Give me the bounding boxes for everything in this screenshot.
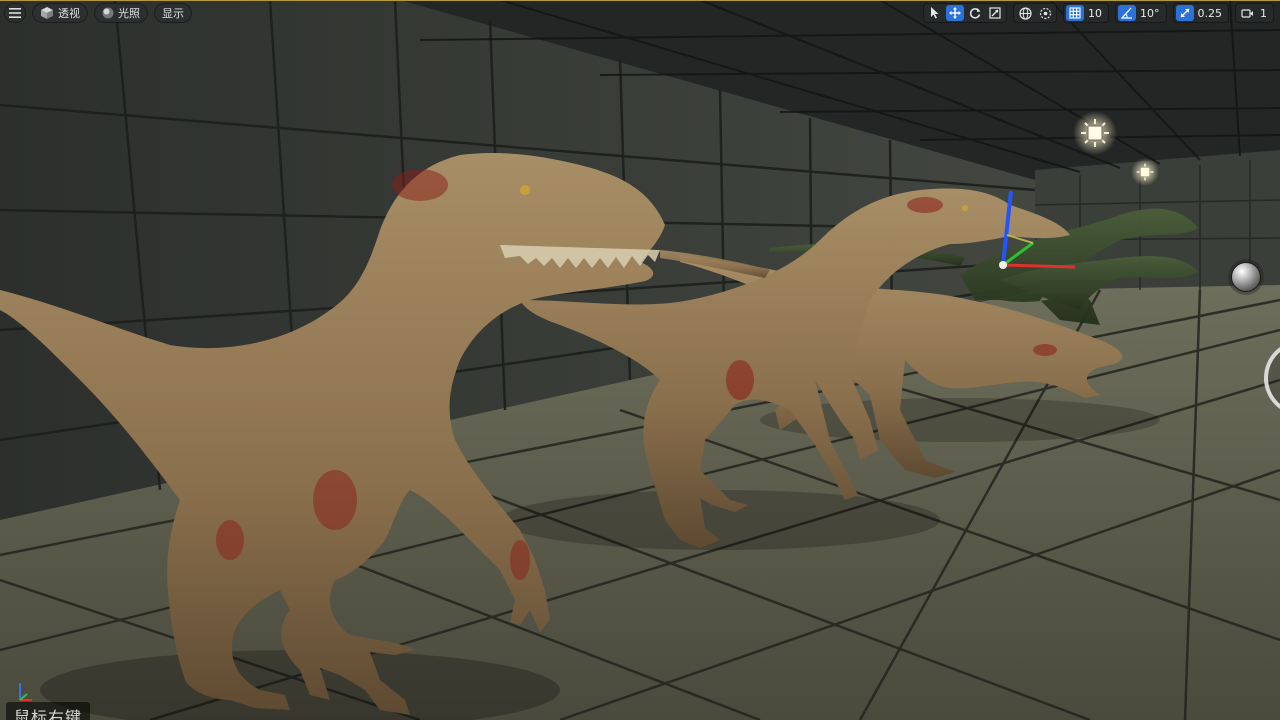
world-coordinate-button[interactable] bbox=[1016, 5, 1034, 21]
angle-snap-toggle[interactable] bbox=[1118, 5, 1136, 21]
grid-snap-group: 10 bbox=[1063, 3, 1109, 23]
viewport-top-border bbox=[0, 0, 1280, 1]
scale-snap-group: 0.25 bbox=[1172, 3, 1229, 23]
lighting-mode-label: 光照 bbox=[118, 7, 140, 20]
surface-snap-button[interactable] bbox=[1036, 5, 1054, 21]
lighting-mode-button[interactable]: 光照 bbox=[94, 3, 148, 23]
hamburger-icon bbox=[9, 8, 21, 18]
perspective-button[interactable]: 透视 bbox=[32, 3, 88, 23]
move-tool-button[interactable] bbox=[946, 5, 964, 21]
angle-icon bbox=[1121, 7, 1132, 19]
mouse-hint-label: 鼠标右键 bbox=[6, 702, 91, 720]
scale-tool-button[interactable] bbox=[986, 5, 1004, 21]
grid-snap-toggle[interactable] bbox=[1066, 5, 1084, 21]
camera-icon bbox=[1240, 8, 1253, 18]
viewport-toolbar-right: 10 10° 0.25 1 bbox=[923, 3, 1274, 23]
grid-icon bbox=[1069, 7, 1081, 19]
perspective-label: 透视 bbox=[58, 7, 80, 20]
camera-speed-button[interactable] bbox=[1238, 5, 1256, 21]
select-arrow-icon bbox=[931, 7, 939, 19]
sphere-icon bbox=[102, 7, 114, 19]
cube-icon bbox=[41, 7, 53, 19]
scale-snap-toggle[interactable] bbox=[1175, 5, 1194, 21]
camera-speed-group[interactable]: 1 bbox=[1235, 3, 1274, 23]
show-flags-button[interactable]: 显示 bbox=[154, 3, 192, 23]
axis-indicator-icon bbox=[19, 683, 32, 701]
rotate-tool-button[interactable] bbox=[966, 5, 984, 21]
scale-snap-value[interactable]: 0.25 bbox=[1196, 7, 1227, 20]
scale-icon bbox=[989, 7, 1001, 19]
angle-snap-value[interactable]: 10° bbox=[1138, 7, 1164, 20]
angle-snap-group: 10° bbox=[1115, 3, 1167, 23]
select-tool-button[interactable] bbox=[926, 5, 944, 21]
grid-snap-value[interactable]: 10 bbox=[1086, 7, 1106, 20]
transform-gizmo[interactable] bbox=[975, 185, 1085, 285]
rotate-icon bbox=[969, 8, 981, 19]
show-flags-label: 显示 bbox=[162, 7, 184, 20]
scene-render bbox=[0, 0, 1280, 720]
transform-tools-group bbox=[923, 3, 1007, 23]
point-light-icon[interactable] bbox=[1080, 118, 1110, 148]
viewport-menu-button[interactable] bbox=[4, 3, 26, 23]
globe-icon bbox=[1018, 6, 1032, 20]
level-viewport[interactable]: 透视 光照 显示 10 10° 0.25 1 鼠标右键 bbox=[0, 0, 1280, 720]
surface-snap-icon bbox=[1039, 7, 1051, 19]
viewport-toolbar-left: 透视 光照 显示 bbox=[4, 3, 192, 23]
material-preview-sphere-button[interactable] bbox=[1228, 259, 1264, 295]
coordinate-group bbox=[1013, 3, 1057, 23]
point-light-icon[interactable] bbox=[1136, 163, 1154, 181]
camera-speed-value[interactable]: 1 bbox=[1258, 7, 1271, 20]
scale-snap-icon bbox=[1179, 8, 1190, 18]
sphere-icon bbox=[1231, 262, 1261, 292]
move-icon bbox=[949, 7, 961, 19]
